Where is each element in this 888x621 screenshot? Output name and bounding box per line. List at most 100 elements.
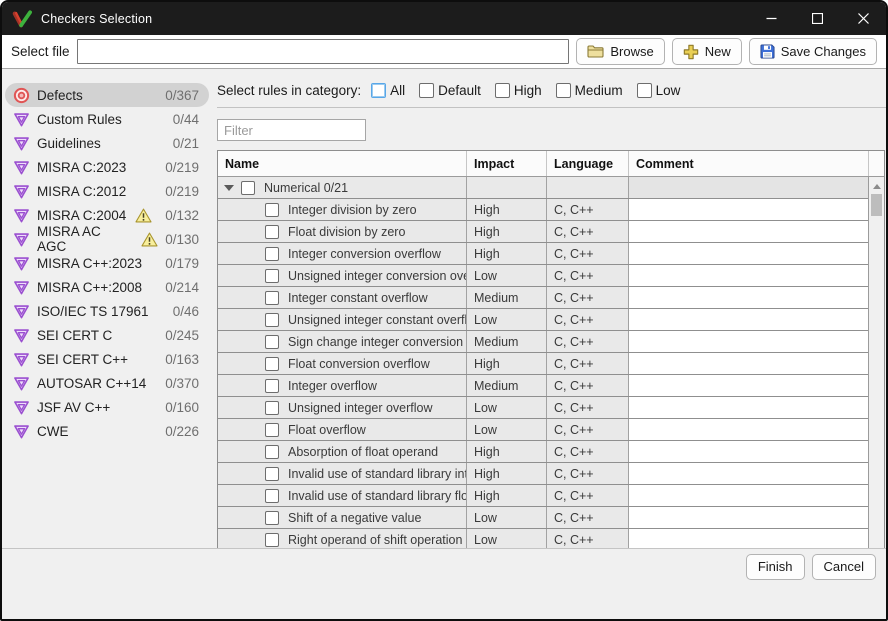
rule-row[interactable]: Invalid use of standard library integer … [218,463,868,485]
column-header-impact[interactable]: Impact [466,151,546,176]
category-checkbox[interactable] [637,83,652,98]
rule-comment-cell[interactable] [628,243,868,264]
rule-row[interactable]: Integer overflow Medium C, C++ [218,375,868,397]
rule-row[interactable]: Float division by zero High C, C++ [218,221,868,243]
expander-icon[interactable] [224,185,234,191]
sidebar-item[interactable]: Guidelines 0/21 [5,131,209,155]
sidebar-item[interactable]: SEI CERT C++ 0/163 [5,347,209,371]
rule-row[interactable]: Float overflow Low C, C++ [218,419,868,441]
rule-name: Integer constant overflow [288,291,428,305]
rule-comment-cell[interactable] [628,441,868,462]
rule-name: Integer overflow [288,379,377,393]
rule-comment-cell[interactable] [628,419,868,440]
sidebar-item-count: 0/219 [165,160,199,175]
rule-checkbox[interactable] [265,423,279,437]
sidebar-item[interactable]: MISRA C:2012 0/219 [5,179,209,203]
sidebar-item[interactable]: Defects 0/367 [5,83,209,107]
rule-row[interactable]: Invalid use of standard library floating… [218,485,868,507]
column-header-comment[interactable]: Comment [628,151,868,176]
column-header-language[interactable]: Language [546,151,628,176]
save-changes-button[interactable]: Save Changes [749,38,877,65]
rule-row[interactable]: Absorption of float operand High C, C++ [218,441,868,463]
group-checkbox[interactable] [241,181,255,195]
rule-row[interactable]: Integer conversion overflow High C, C++ [218,243,868,265]
rule-checkbox[interactable] [265,445,279,459]
category-checkbox-label: Medium [575,83,623,98]
finish-button[interactable]: Finish [746,554,805,580]
rule-row[interactable]: Sign change integer conversion overflow … [218,331,868,353]
rule-checkbox[interactable] [265,357,279,371]
sidebar-item[interactable]: ISO/IEC TS 17961 0/46 [5,299,209,323]
browse-button[interactable]: Browse [576,38,664,65]
minimize-button[interactable] [748,2,794,35]
maximize-button[interactable] [794,2,840,35]
filter-input[interactable] [217,119,366,141]
rule-checkbox[interactable] [265,467,279,481]
rule-checkbox[interactable] [265,203,279,217]
rule-row[interactable]: Shift of a negative value Low C, C++ [218,507,868,529]
header-corner [868,151,884,176]
rule-checkbox[interactable] [265,511,279,525]
new-button[interactable]: New [672,38,742,65]
category-checkbox-label: Low [656,83,681,98]
rule-comment-cell[interactable] [628,463,868,484]
sidebar-item[interactable]: SEI CERT C 0/245 [5,323,209,347]
sidebar-item[interactable]: JSF AV C++ 0/160 [5,395,209,419]
rule-row[interactable]: Unsigned integer overflow Low C, C++ [218,397,868,419]
rule-checkbox[interactable] [265,335,279,349]
sidebar-item[interactable]: MISRA C:2023 0/219 [5,155,209,179]
rule-row[interactable]: Integer constant overflow Medium C, C++ [218,287,868,309]
sidebar-item[interactable]: MISRA AC AGC 0/130 [5,227,209,251]
rule-comment-cell[interactable] [628,265,868,286]
rule-row[interactable]: Float conversion overflow High C, C++ [218,353,868,375]
sidebar-item[interactable]: Custom Rules 0/44 [5,107,209,131]
rule-checkbox[interactable] [265,291,279,305]
scroll-up-arrow[interactable] [869,179,884,193]
rule-row[interactable]: Unsigned integer constant overflow Low C… [218,309,868,331]
rule-checkbox[interactable] [265,225,279,239]
sidebar-item[interactable]: MISRA C++:2023 0/179 [5,251,209,275]
rule-comment-cell[interactable] [628,353,868,374]
rule-comment-cell[interactable] [628,309,868,330]
category-icon [12,134,30,152]
scrollbar-thumb[interactable] [871,194,882,216]
rule-comment-cell[interactable] [628,221,868,242]
rule-comment-cell[interactable] [628,375,868,396]
category-option: Default [419,83,481,98]
cancel-button[interactable]: Cancel [812,554,876,580]
sidebar-item[interactable]: CWE 0/226 [5,419,209,443]
rule-checkbox[interactable] [265,269,279,283]
column-header-name[interactable]: Name [218,151,466,176]
rule-checkbox[interactable] [265,379,279,393]
rule-comment-cell[interactable] [628,287,868,308]
warning-icon [141,232,158,247]
group-row-numerical[interactable]: Numerical 0/21 [218,177,868,199]
rule-checkbox[interactable] [265,401,279,415]
category-checkbox[interactable] [371,83,386,98]
rule-row[interactable]: Unsigned integer conversion overflow Low… [218,265,868,287]
rule-comment-cell[interactable] [628,331,868,352]
rule-comment-cell[interactable] [628,507,868,528]
rule-impact: High [466,353,546,374]
rule-comment-cell[interactable] [628,485,868,506]
category-checkbox[interactable] [419,83,434,98]
category-checkbox[interactable] [495,83,510,98]
category-option: All [371,83,405,98]
vertical-scrollbar[interactable] [868,177,884,573]
sidebar-item-label: MISRA C:2023 [37,160,126,175]
rule-language: C, C++ [546,331,628,352]
close-button[interactable] [840,2,886,35]
category-checkbox[interactable] [556,83,571,98]
rule-comment-cell[interactable] [628,199,868,220]
select-file-input[interactable] [77,39,570,64]
rule-checkbox[interactable] [265,489,279,503]
rule-checkbox[interactable] [265,533,279,547]
rule-checkbox[interactable] [265,247,279,261]
sidebar-item[interactable]: AUTOSAR C++14 0/370 [5,371,209,395]
rule-comment-cell[interactable] [628,397,868,418]
rule-name: Unsigned integer conversion overflow [288,269,466,283]
sidebar-item[interactable]: MISRA C++:2008 0/214 [5,275,209,299]
rule-comment-cell[interactable] [628,529,868,550]
rule-row[interactable]: Integer division by zero High C, C++ [218,199,868,221]
rule-checkbox[interactable] [265,313,279,327]
